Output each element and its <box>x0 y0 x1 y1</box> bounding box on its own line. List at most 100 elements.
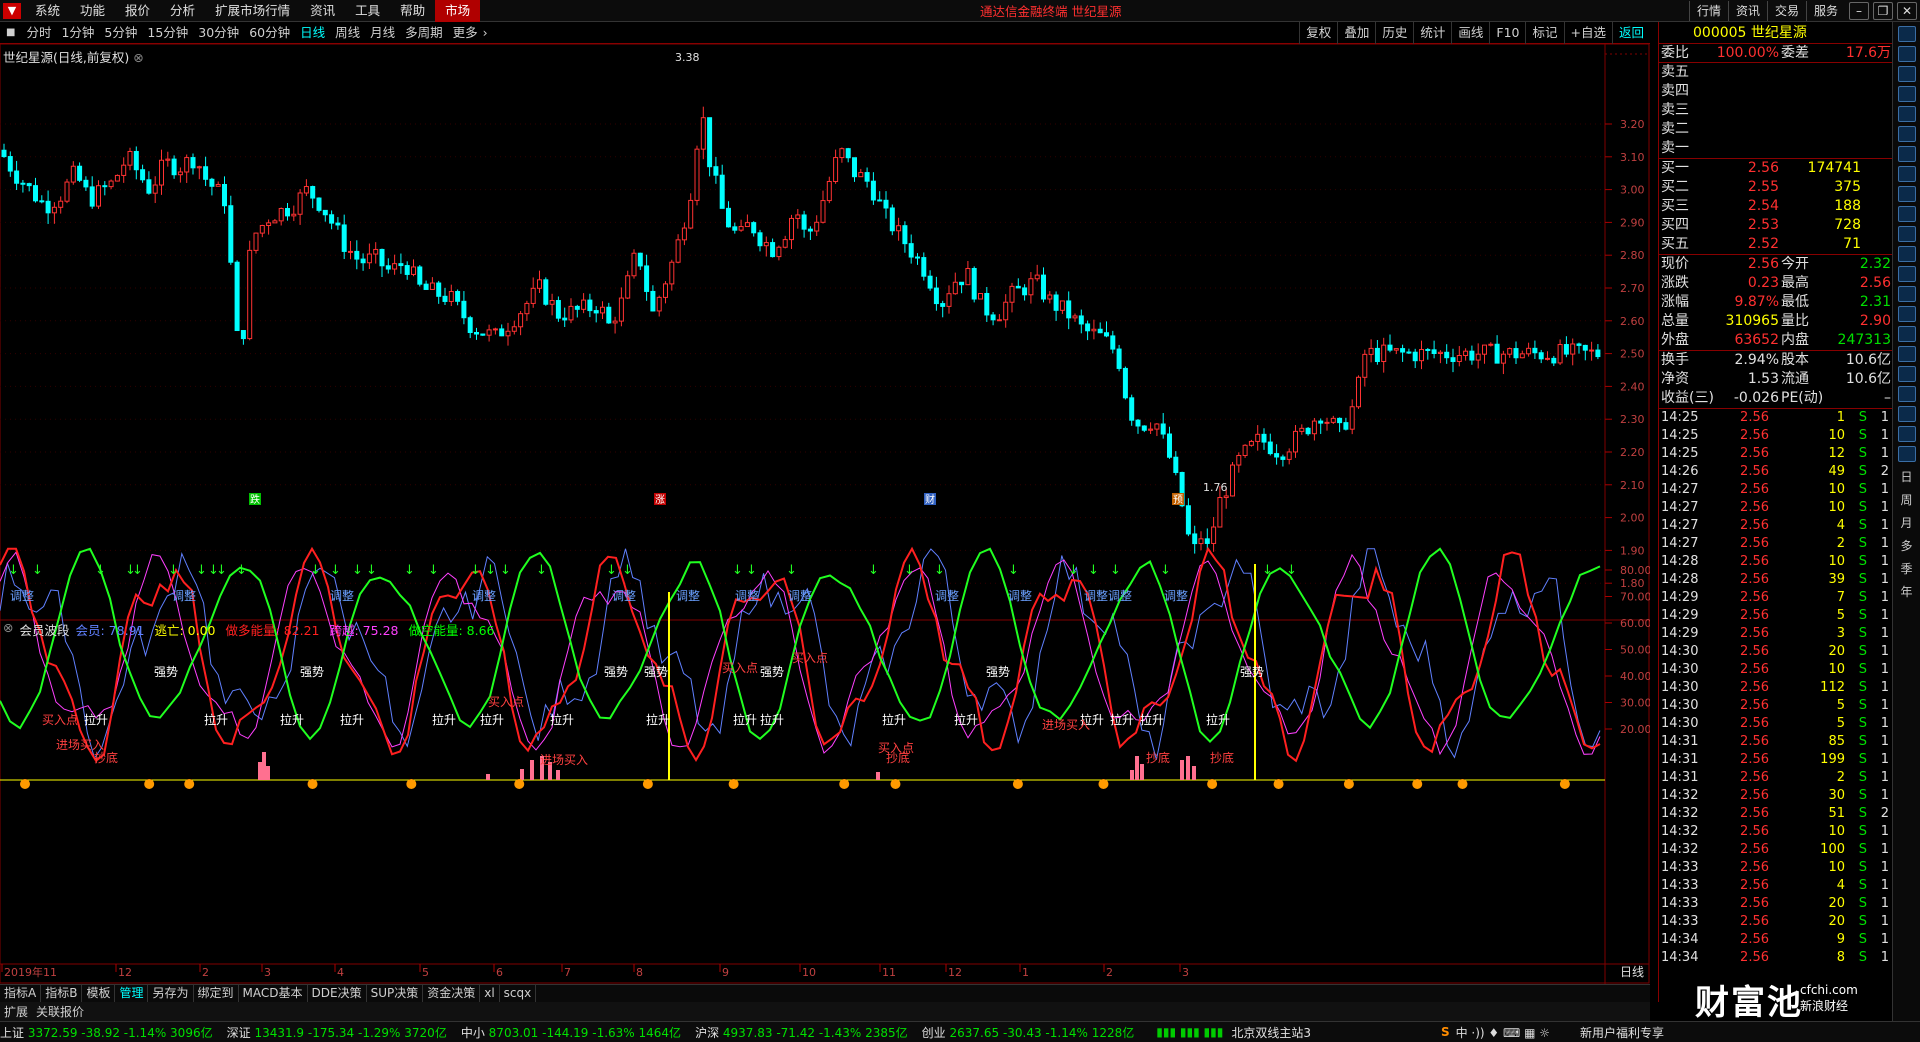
period-8[interactable]: 月线 <box>365 22 400 44</box>
tool-1[interactable]: 叠加 <box>1337 21 1375 44</box>
bottom-tab-1[interactable]: 指标B <box>41 985 83 1002</box>
sidebar-tool-icon[interactable] <box>1897 226 1916 242</box>
volume-bump <box>1180 760 1184 780</box>
sidebar-tool-icon[interactable] <box>1897 266 1916 282</box>
sidebar-tool-icon[interactable] <box>1897 346 1916 362</box>
sidebar-period-3[interactable]: 多 <box>1893 537 1920 554</box>
sidebar-tool-icon[interactable] <box>1897 186 1916 202</box>
period-10[interactable]: 更多 <box>448 22 483 44</box>
tick-list[interactable]: 14:25 2.56 1 S 1 14:25 2.56 10 S 1 14:25 2.56 12 S 1 14… <box>1659 409 1892 967</box>
menu-item-5[interactable]: 资讯 <box>300 0 345 22</box>
minimize-icon[interactable]: – <box>1849 2 1869 20</box>
indicator-name[interactable]: 会员波段 <box>19 620 69 639</box>
bottom-tab-2[interactable]: 模板 <box>82 985 116 1002</box>
sidebar-tool-icon[interactable] <box>1897 106 1916 122</box>
period-7[interactable]: 周线 <box>330 22 365 44</box>
close-icon[interactable]: ✕ <box>1897 2 1917 20</box>
sidebar-tool-icon[interactable] <box>1897 386 1916 402</box>
sidebar-tool-icon[interactable] <box>1897 426 1916 442</box>
sidebar-tool-icon[interactable] <box>1897 26 1916 42</box>
period-5[interactable]: 60分钟 <box>244 22 295 44</box>
sidebar-tool-icon[interactable] <box>1897 166 1916 182</box>
tool-6[interactable]: 标记 <box>1525 21 1563 44</box>
sidebar-tool-icon[interactable] <box>1897 306 1916 322</box>
sidebar-tool-icon[interactable] <box>1897 86 1916 102</box>
menu-market[interactable]: 市场 <box>435 0 481 22</box>
menu-item-7[interactable]: 帮助 <box>390 0 435 22</box>
tool-3[interactable]: 统计 <box>1413 21 1451 44</box>
sidebar-tool-icon[interactable] <box>1897 66 1916 82</box>
more-chevron-icon[interactable]: › <box>483 22 488 44</box>
stock-code-name[interactable]: 000005 世纪星源 <box>1659 22 1892 44</box>
indicator-settings-icon[interactable]: ⊗ <box>3 620 13 639</box>
sidebar-period-1[interactable]: 周 <box>1893 491 1920 508</box>
sidebar-tool-icon[interactable] <box>1897 286 1916 302</box>
index-quote-3[interactable]: 沪深 4937.83 -71.42 -1.43% 2385亿 <box>695 1024 908 1041</box>
app-logo-icon[interactable]: ▼ <box>3 2 21 19</box>
bottom-tab-8[interactable]: SUP决策 <box>367 985 424 1002</box>
menu-item-6[interactable]: 工具 <box>345 0 390 22</box>
candle-body <box>1104 332 1109 337</box>
bottom-tab-5[interactable]: 绑定到 <box>194 985 239 1002</box>
index-quote-4[interactable]: 创业 2637.65 -30.43 -1.14% 1228亿 <box>922 1024 1135 1041</box>
period-1[interactable]: 1分钟 <box>56 22 99 44</box>
tool-7[interactable]: +自选 <box>1563 21 1612 44</box>
period-2[interactable]: 5分钟 <box>99 22 142 44</box>
tool-5[interactable]: F10 <box>1489 21 1525 44</box>
period-9[interactable]: 多周期 <box>400 22 448 44</box>
chart-settings-icon[interactable]: ⊗ <box>133 50 143 65</box>
period-0[interactable]: 分时 <box>21 22 56 44</box>
ext-item-1[interactable]: 关联报价 <box>32 1003 88 1020</box>
tool-4[interactable]: 画线 <box>1451 21 1489 44</box>
index-quote-0[interactable]: 上证 3372.59 -38.92 -1.14% 3096亿 <box>0 1024 213 1041</box>
sidebar-tool-icon[interactable] <box>1897 146 1916 162</box>
kline-chart[interactable]: 3.20 3.10 3.00 2.90 2.80 2.70 2.60 2.50 2.40 2.30… <box>0 44 1650 984</box>
menu-item-1[interactable]: 功能 <box>70 0 115 22</box>
top-button-1[interactable]: 资讯 <box>1727 1 1767 21</box>
ext-item-0[interactable]: 扩展 <box>0 1003 32 1020</box>
sidebar-period-5[interactable]: 年 <box>1893 583 1920 600</box>
top-button-3[interactable]: 服务 <box>1805 1 1845 21</box>
sidebar-period-4[interactable]: 季 <box>1893 560 1920 577</box>
news-ticker[interactable]: 新用户福利专享 <box>1580 1024 1664 1041</box>
bottom-tab-4[interactable]: 另存为 <box>148 985 194 1002</box>
sidebar-tool-icon[interactable] <box>1897 46 1916 62</box>
period-3[interactable]: 15分钟 <box>142 22 193 44</box>
bottom-tab-11[interactable]: scqx <box>500 985 537 1002</box>
signal-bars-icon: ▮▮▮ ▮▮▮ ▮▮▮ <box>1156 1025 1224 1039</box>
sidebar-tool-icon[interactable] <box>1897 246 1916 262</box>
index-quote-1[interactable]: 深证 13431.9 -175.34 -1.29% 3720亿 <box>227 1024 447 1041</box>
sidebar-period-2[interactable]: 月 <box>1893 514 1920 531</box>
tick-row: 14:29 2.56 7 S 1 <box>1659 589 1892 607</box>
sidebar-tool-icon[interactable] <box>1897 206 1916 222</box>
period-6[interactable]: 日线 <box>295 22 330 44</box>
server-name[interactable]: 北京双线主站3 <box>1231 1024 1311 1041</box>
bottom-tab-3[interactable]: 管理 <box>115 985 149 1002</box>
ime-icon[interactable]: S <box>1441 1025 1450 1039</box>
top-button-0[interactable]: 行情 <box>1688 1 1728 21</box>
period-4[interactable]: 30分钟 <box>193 22 244 44</box>
index-quote-2[interactable]: 中小 8703.01 -144.19 -1.63% 1464亿 <box>461 1024 681 1041</box>
menu-item-2[interactable]: 报价 <box>115 0 160 22</box>
menu-item-4[interactable]: 扩展市场行情 <box>205 0 300 22</box>
sidebar-tool-icon[interactable] <box>1897 406 1916 422</box>
menu-item-0[interactable]: 系统 <box>25 0 70 22</box>
bottom-tab-6[interactable]: MACD基本 <box>239 985 308 1002</box>
bottom-tab-9[interactable]: 资金决策 <box>423 985 481 1002</box>
tool-8[interactable]: 返回 <box>1611 21 1650 44</box>
sidebar-tool-icon[interactable] <box>1897 366 1916 382</box>
tool-0[interactable]: 复权 <box>1299 21 1337 44</box>
tool-2[interactable]: 历史 <box>1375 21 1413 44</box>
menu-item-3[interactable]: 分析 <box>160 0 205 22</box>
bottom-tab-7[interactable]: DDE决策 <box>308 985 367 1002</box>
bottom-tab-0[interactable]: 指标A <box>0 985 42 1002</box>
tick-col-2: 7 <box>1836 590 1845 605</box>
sidebar-tool-icon[interactable] <box>1897 126 1916 142</box>
sidebar-tool-icon[interactable] <box>1897 446 1916 462</box>
sidebar-tool-icon[interactable] <box>1897 326 1916 342</box>
bottom-tab-10[interactable]: xl <box>480 985 500 1002</box>
top-button-2[interactable]: 交易 <box>1766 1 1806 21</box>
sidebar-period-0[interactable]: 日 <box>1893 468 1920 485</box>
stop-icon[interactable]: ■ <box>0 22 21 44</box>
restore-icon[interactable]: ❐ <box>1873 2 1893 20</box>
